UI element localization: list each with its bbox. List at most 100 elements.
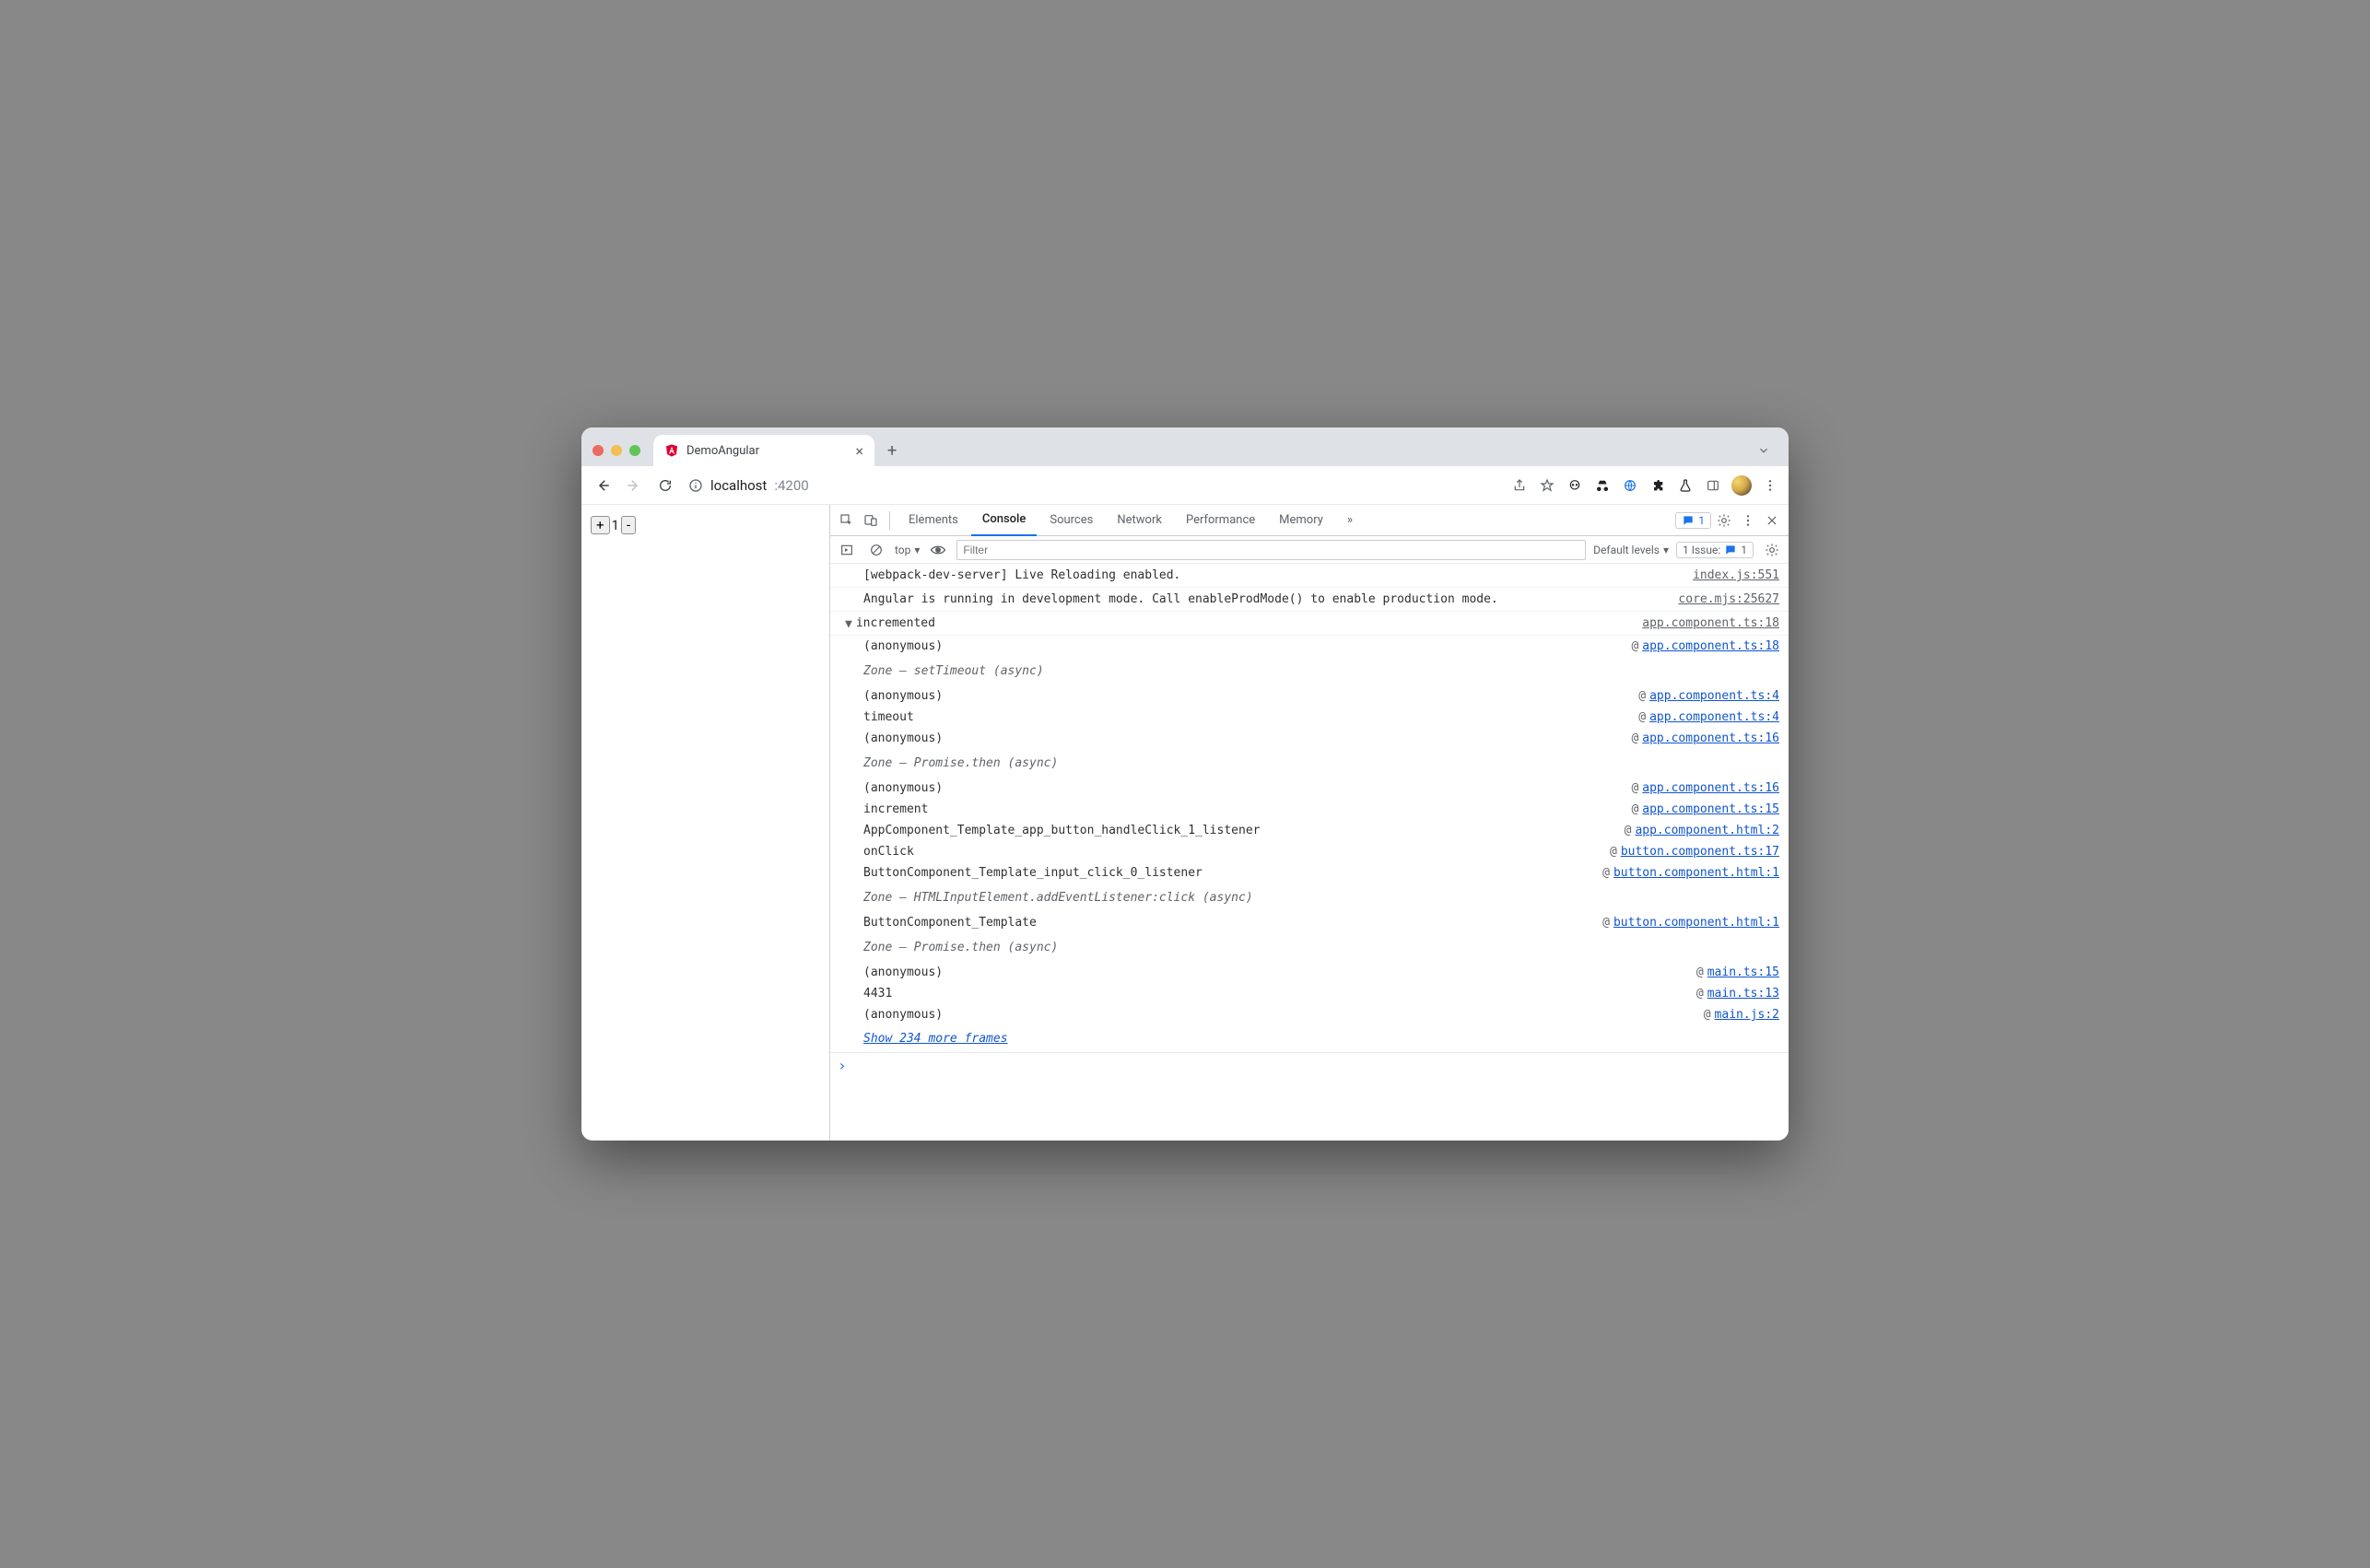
frame-source-link[interactable]: app.component.html:2 — [1635, 821, 1779, 840]
frame-function: AppComponent_Template_app_button_handleC… — [863, 821, 1260, 840]
frame-source-link[interactable]: app.component.ts:4 — [1649, 708, 1779, 727]
frame-source-link[interactable]: app.component.ts:4 — [1649, 686, 1779, 706]
close-tab-icon[interactable]: × — [855, 442, 863, 460]
console-toolbar: top ▾ Default levels ▾ 1 Issue: 1 — [830, 536, 1789, 564]
disclosure-triangle-icon[interactable]: ▼ — [845, 614, 852, 634]
frame-at: @ — [1625, 821, 1632, 840]
frame-source-link[interactable]: main.ts:15 — [1707, 963, 1779, 982]
context-selector-label: top — [895, 544, 910, 556]
frame-source-link[interactable]: app.component.ts:18 — [1642, 637, 1779, 656]
frame-function: (anonymous) — [863, 729, 943, 748]
browser-toolbar: localhost:4200 — [581, 466, 1789, 505]
toolbar-actions — [1510, 475, 1779, 496]
clear-console-icon[interactable] — [865, 539, 887, 561]
trace-header[interactable]: ▼ incremented app.component.ts:18 — [830, 612, 1789, 636]
page-viewport: + 1 - — [581, 505, 830, 1141]
close-window-button[interactable] — [592, 445, 604, 456]
decrement-button[interactable]: - — [621, 516, 636, 534]
tab-performance[interactable]: Performance — [1175, 505, 1266, 536]
stack-frame: timeout@app.component.ts:4 — [830, 707, 1789, 728]
tab-elements[interactable]: Elements — [898, 505, 969, 536]
messages-badge-count: 1 — [1698, 514, 1705, 527]
stack-frame: ButtonComponent_Template_input_click_0_l… — [830, 862, 1789, 883]
console-filter-input[interactable] — [956, 540, 1586, 560]
stack-frame: onClick@button.component.ts:17 — [830, 841, 1789, 862]
frame-function: Zone — Promise.then (async) — [863, 934, 1058, 961]
increment-button[interactable]: + — [591, 516, 610, 534]
console-prompt[interactable]: › — [830, 1052, 1789, 1078]
issues-label: 1 Issue: — [1683, 544, 1720, 556]
log-source-link[interactable]: core.mjs:25627 — [1678, 590, 1779, 609]
forward-button[interactable] — [622, 474, 646, 497]
chrome-menu-icon[interactable] — [1761, 476, 1779, 495]
console-filter[interactable] — [956, 540, 1586, 560]
inspect-element-icon[interactable] — [836, 509, 858, 532]
log-source-link[interactable]: index.js:551 — [1693, 566, 1779, 585]
address-bar[interactable]: localhost:4200 — [685, 477, 1503, 494]
frame-function: Zone — Promise.then (async) — [863, 750, 1058, 777]
frame-at: @ — [1638, 708, 1646, 727]
tabs-overflow-button[interactable]: » — [1336, 505, 1364, 536]
extension-skull-icon[interactable] — [1566, 476, 1584, 495]
url-host: localhost — [710, 477, 767, 494]
context-selector[interactable]: top ▾ — [895, 544, 920, 556]
log-levels-selector[interactable]: Default levels ▾ — [1593, 544, 1669, 556]
console-sidebar-toggle-icon[interactable] — [836, 539, 858, 561]
share-icon[interactable] — [1510, 476, 1529, 495]
tab-console[interactable]: Console — [971, 505, 1037, 536]
tab-title: DemoAngular — [686, 444, 759, 458]
frame-source-link[interactable]: main.js:2 — [1715, 1005, 1779, 1024]
frame-source-link[interactable]: app.component.ts:15 — [1642, 800, 1779, 819]
bookmark-star-icon[interactable] — [1538, 476, 1556, 495]
site-info-icon[interactable] — [688, 478, 703, 493]
log-message: [webpack-dev-server] Live Reloading enab… — [830, 564, 1789, 588]
console-settings-icon[interactable] — [1761, 539, 1783, 561]
counter-widget: + 1 - — [591, 516, 636, 534]
frame-source-link[interactable]: app.component.ts:16 — [1642, 729, 1779, 748]
messages-badge[interactable]: 1 — [1675, 512, 1711, 529]
frame-at: @ — [1631, 637, 1638, 656]
maximize-window-button[interactable] — [629, 445, 640, 456]
show-more-frames-link[interactable]: Show 234 more frames — [863, 1032, 1008, 1046]
back-button[interactable] — [591, 474, 615, 497]
devtools-tab-bar: Elements Console Sources Network Perform… — [830, 505, 1789, 536]
frame-at: @ — [1602, 913, 1610, 932]
frame-function: ButtonComponent_Template — [863, 913, 1037, 932]
extensions-puzzle-icon[interactable] — [1648, 476, 1667, 495]
profile-avatar[interactable] — [1731, 475, 1752, 496]
issues-pill[interactable]: 1 Issue: 1 — [1676, 542, 1754, 558]
tab-list-button[interactable] — [1750, 440, 1778, 461]
stack-frame: Zone — Promise.then (async) — [830, 933, 1789, 962]
trace-label: incremented — [856, 614, 1642, 633]
frame-source-link[interactable]: main.ts:13 — [1707, 984, 1779, 1003]
extension-labs-icon[interactable] — [1676, 476, 1695, 495]
extension-incognito-icon[interactable] — [1593, 476, 1612, 495]
frame-source-link[interactable]: button.component.html:1 — [1613, 863, 1779, 883]
frame-at: @ — [1631, 800, 1638, 819]
log-message: Angular is running in development mode. … — [830, 588, 1789, 612]
devtools-panel: Elements Console Sources Network Perform… — [830, 505, 1789, 1141]
devtools-menu-icon[interactable] — [1737, 509, 1759, 532]
extension-globe-icon[interactable] — [1621, 476, 1639, 495]
live-expression-icon[interactable] — [927, 539, 949, 561]
tab-memory[interactable]: Memory — [1268, 505, 1334, 536]
minimize-window-button[interactable] — [611, 445, 622, 456]
frame-source-link[interactable]: app.component.ts:16 — [1642, 778, 1779, 798]
stack-frame: Zone — Promise.then (async) — [830, 749, 1789, 778]
frame-at: @ — [1696, 984, 1704, 1003]
browser-tab-demoangular[interactable]: DemoAngular × — [653, 435, 874, 466]
tab-network[interactable]: Network — [1106, 505, 1173, 536]
devtools-close-icon[interactable] — [1761, 509, 1783, 532]
trace-source-link[interactable]: app.component.ts:18 — [1642, 614, 1779, 633]
frame-at: @ — [1638, 686, 1646, 706]
new-tab-button[interactable]: + — [884, 438, 900, 464]
frame-source-link[interactable]: button.component.html:1 — [1613, 913, 1779, 932]
frame-at: @ — [1704, 1005, 1711, 1024]
show-more-frames[interactable]: Show 234 more frames — [830, 1025, 1789, 1052]
devtools-settings-icon[interactable] — [1713, 509, 1735, 532]
frame-source-link[interactable]: button.component.ts:17 — [1621, 842, 1779, 861]
side-panel-icon[interactable] — [1704, 476, 1722, 495]
reload-button[interactable] — [653, 474, 677, 497]
device-toggle-icon[interactable] — [860, 509, 882, 532]
tab-sources[interactable]: Sources — [1038, 505, 1104, 536]
